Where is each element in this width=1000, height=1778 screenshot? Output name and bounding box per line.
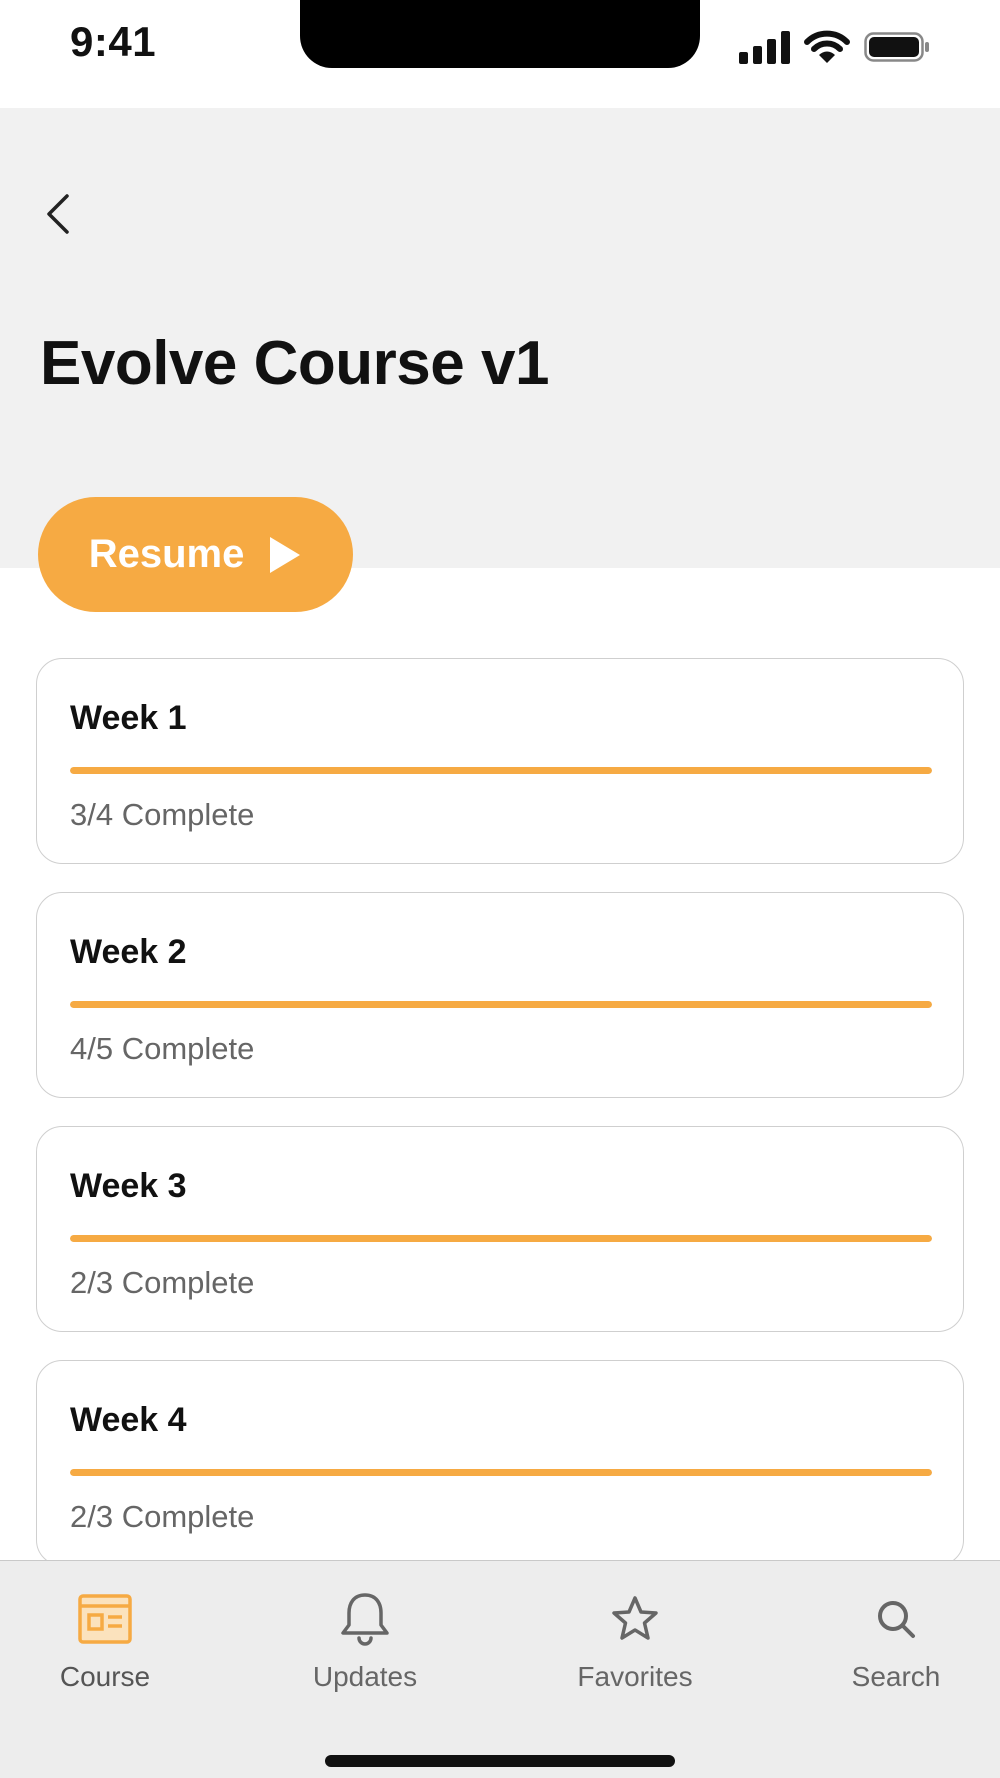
signal-icon: [739, 30, 790, 64]
week-status: 3/4 Complete: [70, 797, 255, 832]
resume-label: Resume: [88, 532, 245, 576]
tab-updates[interactable]: Updates: [275, 1591, 455, 1693]
week-card[interactable]: Week 1 3/4 Complete: [36, 658, 964, 864]
week-progress-bar: [70, 767, 932, 774]
home-indicator: [325, 1755, 675, 1767]
tab-label: Favorites: [577, 1661, 693, 1692]
week-title: Week 3: [70, 1167, 187, 1205]
week-progress-fill: [70, 1001, 932, 1008]
tab-label: Updates: [312, 1661, 418, 1692]
resume-button[interactable]: Resume: [38, 497, 353, 612]
week-progress-bar: [70, 1469, 932, 1476]
status-icons: [739, 30, 930, 64]
chevron-left-icon: [43, 192, 73, 241]
search-icon: [874, 1591, 918, 1647]
week-card[interactable]: Week 3 2/3 Complete: [36, 1126, 964, 1332]
week-progress-fill: [70, 767, 932, 774]
device-notch: [300, 0, 700, 68]
week-card[interactable]: Week 4 2/3 Complete: [36, 1360, 964, 1566]
play-icon: [268, 535, 302, 575]
star-icon: [610, 1591, 660, 1647]
course-icon: [78, 1591, 132, 1647]
page-title: Evolve Course v1: [40, 329, 549, 398]
bell-icon: [339, 1591, 391, 1647]
wifi-icon: [804, 30, 850, 64]
week-progress-fill: [70, 1235, 932, 1242]
battery-icon: [864, 30, 930, 64]
week-title: Week 4: [70, 1401, 187, 1439]
status-bar: 9:41: [0, 0, 1000, 108]
week-status: 2/3 Complete: [70, 1265, 255, 1300]
week-title: Week 1: [70, 699, 187, 737]
week-progress-bar: [70, 1001, 932, 1008]
status-time: 9:41: [70, 18, 157, 65]
week-status: 4/5 Complete: [70, 1031, 255, 1066]
course-screen: 9:41 Evolve Course v1 Resume Week 1 3/4 …: [0, 0, 1000, 1778]
tab-search[interactable]: Search: [806, 1591, 986, 1693]
tab-label: Search: [851, 1661, 941, 1692]
tab-label: Course: [59, 1661, 151, 1692]
week-title: Week 2: [70, 933, 187, 971]
tab-course[interactable]: Course: [15, 1591, 195, 1693]
week-card[interactable]: Week 2 4/5 Complete: [36, 892, 964, 1098]
week-progress-fill: [70, 1469, 932, 1476]
back-button[interactable]: [28, 186, 88, 246]
week-progress-bar: [70, 1235, 932, 1242]
tab-bar: Course Updates Favorites Search: [0, 1560, 1000, 1778]
week-list: Week 1 3/4 Complete Week 2 4/5 Complete …: [36, 658, 964, 1594]
week-status: 2/3 Complete: [70, 1499, 255, 1534]
tab-favorites[interactable]: Favorites: [545, 1591, 725, 1693]
